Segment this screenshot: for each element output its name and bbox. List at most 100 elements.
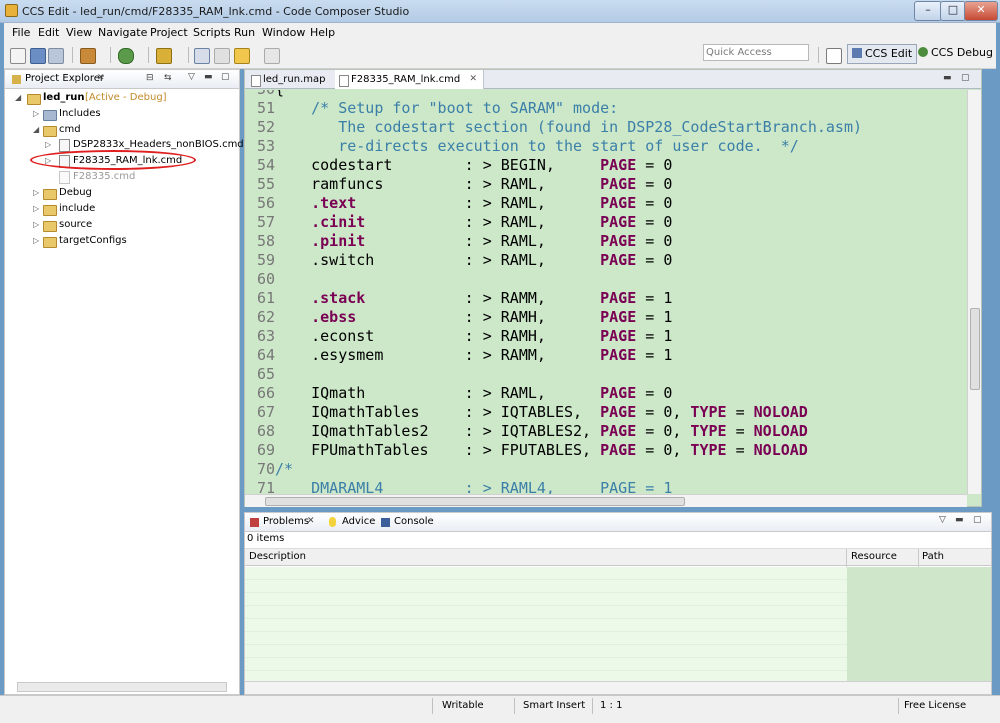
expand-include-icon[interactable]: ▷	[33, 204, 39, 213]
tree-item-headers-cmd[interactable]: DSP2833x_Headers_nonBIOS.cmd	[73, 139, 244, 150]
code-keyword: PAGE	[600, 346, 637, 364]
toggle-icon[interactable]	[194, 48, 210, 64]
menu-navigate[interactable]: Navigate	[98, 26, 147, 39]
quick-access-input[interactable]: Quick Access	[703, 44, 809, 61]
column-path[interactable]: Path	[922, 551, 944, 562]
minimize-view-icon[interactable]: ▬	[943, 73, 952, 83]
debug-icon[interactable]	[118, 48, 134, 64]
tree-item-source[interactable]: source	[59, 219, 92, 230]
explorer-horizontal-scrollbar[interactable]	[17, 682, 227, 692]
maximize-view-icon[interactable]: ▢	[973, 515, 982, 525]
scroll-thumb[interactable]	[970, 308, 980, 390]
expand-cmd-icon[interactable]: ◢	[33, 125, 39, 134]
save-all-icon[interactable]	[48, 48, 64, 64]
code-keyword: PAGE	[600, 441, 637, 459]
expand-debug-icon[interactable]: ▷	[33, 188, 39, 197]
problems-horizontal-scrollbar[interactable]	[245, 681, 991, 694]
tab-label: F28335_RAM_lnk.cmd	[351, 74, 461, 85]
code-text: : > RAML,	[356, 194, 601, 212]
view-menu-icon[interactable]: ▽	[188, 72, 195, 82]
minimize-button[interactable]: –	[914, 1, 942, 21]
expand-source-icon[interactable]: ▷	[33, 220, 39, 229]
status-license[interactable]: Free License	[904, 700, 966, 711]
prev-edit-icon[interactable]	[214, 48, 230, 64]
tab-problems[interactable]: Problems	[263, 516, 309, 527]
menu-scripts[interactable]: Scripts	[193, 26, 231, 39]
close-icon[interactable]: ✕	[307, 516, 315, 526]
scroll-thumb[interactable]	[265, 497, 685, 506]
code-text: : > RAMH,	[356, 308, 601, 326]
code-line: .econst : > RAMH, PAGE = 1	[275, 327, 672, 345]
status-bar: Writable Smart Insert 1 : 1 Free License	[0, 695, 1000, 723]
minimize-view-icon[interactable]: ▬	[955, 515, 964, 525]
menu-project[interactable]: Project	[150, 26, 188, 39]
project-name[interactable]: led_run	[43, 92, 85, 103]
folder-icon	[43, 189, 57, 200]
expand-project-icon[interactable]: ◢	[15, 93, 21, 102]
code-text: = 0	[636, 384, 673, 402]
code-text: = 1	[636, 346, 673, 364]
editor-horizontal-scrollbar[interactable]	[245, 494, 967, 507]
tab-f28335-ram-lnk[interactable]: F28335_RAM_lnk.cmd ✕	[335, 70, 484, 89]
code-keyword: .cinit	[275, 213, 366, 231]
code-comment: DMARAML4 : > RAML4, PAGE = 1	[275, 479, 673, 494]
problems-table-columns-bg	[847, 567, 991, 681]
line-number: 61	[256, 289, 275, 307]
perspective-ccs-debug[interactable]: CCS Debug	[914, 44, 1000, 62]
expand-targetconfigs-icon[interactable]: ▷	[33, 236, 39, 245]
maximize-button[interactable]: □	[940, 1, 966, 21]
menu-window[interactable]: Window	[262, 26, 305, 39]
close-icon[interactable]: ✕	[469, 70, 477, 89]
status-insert-mode: Smart Insert	[523, 700, 586, 711]
save-icon[interactable]	[30, 48, 46, 64]
expand-includes-icon[interactable]: ▷	[33, 109, 39, 118]
perspective-ccs-edit[interactable]: CCS Edit	[847, 44, 917, 64]
build-icon[interactable]	[80, 48, 96, 64]
line-number: 58	[256, 232, 275, 250]
code-text: FPUmathTables : > FPUTABLES,	[275, 441, 601, 459]
link-editor-icon[interactable]: ⇆	[164, 73, 172, 83]
tree-item-targetconfigs[interactable]: targetConfigs	[59, 235, 127, 246]
tab-label: led_run.map	[263, 74, 326, 85]
close-icon[interactable]: ✕	[97, 73, 105, 83]
forward-icon[interactable]	[264, 48, 280, 64]
highlight-circle	[30, 150, 196, 170]
maximize-view-icon[interactable]: ▢	[221, 72, 230, 82]
menu-edit[interactable]: Edit	[38, 26, 59, 39]
code-line: .esysmem : > RAMM, PAGE = 1	[275, 346, 672, 364]
code-area[interactable]: 50 { 51 /* Setup for "boot to SARAM" mod…	[245, 90, 967, 494]
column-description[interactable]: Description	[249, 551, 306, 562]
line-number: 68	[256, 422, 275, 440]
flash-icon[interactable]	[156, 48, 172, 64]
open-perspective-icon[interactable]	[826, 48, 842, 64]
column-resource[interactable]: Resource	[851, 551, 897, 562]
code-keyword: .stack	[275, 289, 366, 307]
menu-view[interactable]: View	[66, 26, 92, 39]
tree-item-includes[interactable]: Includes	[59, 108, 101, 119]
tree-item-include[interactable]: include	[59, 203, 95, 214]
tree-item-debug[interactable]: Debug	[59, 187, 92, 198]
code-keyword: .pinit	[275, 232, 366, 250]
code-text: = 0	[636, 213, 673, 231]
collapse-all-icon[interactable]: ⊟	[146, 73, 154, 83]
editor-vertical-scrollbar[interactable]	[967, 90, 981, 494]
tree-item-cmd[interactable]: cmd	[59, 124, 81, 135]
new-icon[interactable]	[10, 48, 26, 64]
maximize-view-icon[interactable]: ▢	[961, 73, 970, 83]
tab-console[interactable]: Console	[394, 516, 434, 527]
code-line: IQmath : > RAML, PAGE = 0	[275, 384, 672, 402]
explorer-tab-label[interactable]: Project Explorer	[25, 73, 104, 84]
menu-run[interactable]: Run	[234, 26, 255, 39]
file-icon	[251, 75, 261, 87]
minimize-view-icon[interactable]: ▬	[204, 72, 213, 82]
expand-file-icon[interactable]: ▷	[45, 140, 51, 149]
code-keyword: .text	[275, 194, 357, 212]
back-icon[interactable]	[234, 48, 250, 64]
view-menu-icon[interactable]: ▽	[939, 515, 946, 525]
close-button[interactable]: ✕	[964, 1, 998, 21]
tree-item-f28335-cmd[interactable]: F28335.cmd	[73, 171, 135, 182]
line-number: 71	[256, 479, 275, 494]
menu-file[interactable]: File	[12, 26, 30, 39]
tab-advice[interactable]: Advice	[342, 516, 375, 527]
menu-help[interactable]: Help	[310, 26, 335, 39]
